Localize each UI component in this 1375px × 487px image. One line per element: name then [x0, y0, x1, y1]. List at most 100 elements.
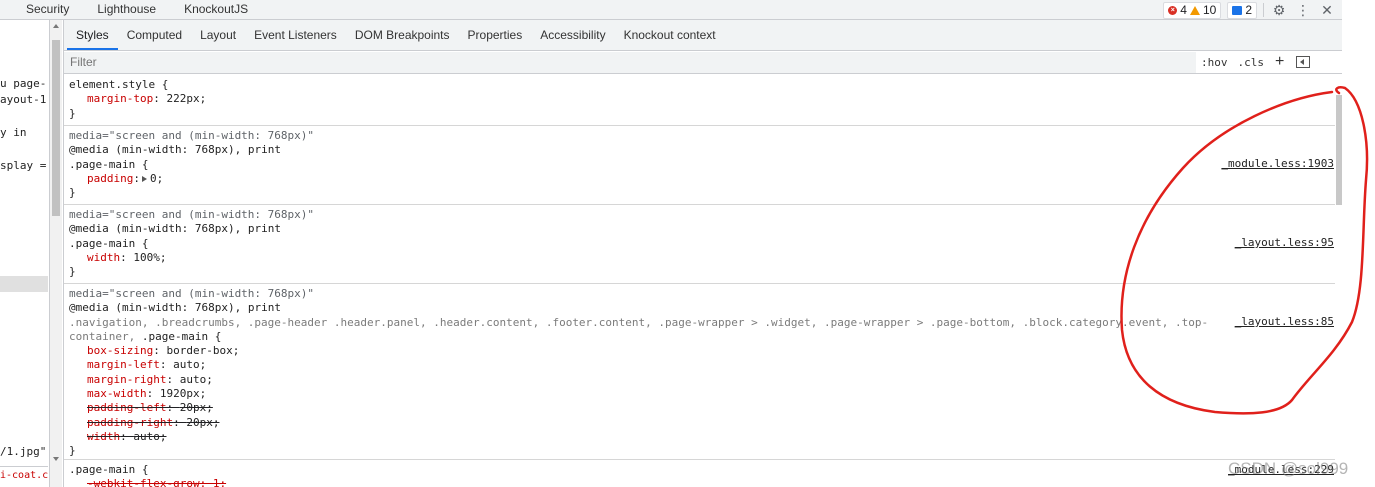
rule-close-brace: }	[69, 265, 76, 279]
page-margin	[1342, 0, 1375, 487]
declaration[interactable]: margin-top: 222px;	[69, 92, 1336, 106]
rule-selector[interactable]: .page-main {	[69, 158, 1336, 172]
source-file-link[interactable]: i-coat.c	[0, 466, 48, 487]
tab-dom-breakpoints[interactable]: DOM Breakpoints	[346, 20, 459, 50]
error-icon: ×	[1168, 5, 1178, 15]
elements-line[interactable]: y in	[0, 126, 27, 139]
media-comment: media="screen and (min-width: 768px)"	[69, 208, 315, 221]
rule-selector[interactable]: .page-main {	[142, 330, 221, 343]
property-name[interactable]: margin-left	[87, 358, 160, 371]
property-value[interactable]: auto;	[133, 430, 166, 443]
cls-toggle[interactable]: .cls	[1233, 56, 1270, 69]
toolbar-right: × 4 10 2 ⚙ ⋮ ✕	[1163, 0, 1342, 20]
style-rule: media="screen and (min-width: 768px)" @m…	[64, 126, 1336, 205]
settings-icon[interactable]: ⚙	[1270, 2, 1288, 19]
tab-styles[interactable]: Styles	[67, 20, 118, 50]
style-rule: element.style { margin-top: 222px; }	[64, 75, 1336, 126]
tab-event-listeners[interactable]: Event Listeners	[245, 20, 346, 50]
source-link[interactable]: _layout.less:85	[1235, 315, 1334, 329]
rule-close-brace: }	[69, 186, 76, 200]
elements-line[interactable]: ayout-1	[0, 93, 46, 106]
tab-computed[interactable]: Computed	[118, 20, 191, 50]
media-comment: media="screen and (min-width: 768px)"	[69, 129, 315, 142]
tab-layout[interactable]: Layout	[191, 20, 245, 50]
property-name[interactable]: padding	[87, 172, 133, 185]
at-keyword: @media	[69, 222, 109, 236]
source-link[interactable]: _layout.less:95	[1235, 236, 1334, 250]
scrollbar-thumb[interactable]	[52, 40, 60, 216]
elements-scrollbar[interactable]	[49, 20, 62, 487]
declaration[interactable]: padding: 0;	[69, 172, 1336, 186]
tab-accessibility[interactable]: Accessibility	[531, 20, 614, 50]
messages-counter[interactable]: 2	[1227, 1, 1257, 19]
tab-knockout-context[interactable]: Knockout context	[615, 20, 725, 50]
at-keyword: @media	[69, 301, 109, 315]
property-name[interactable]: width	[87, 251, 120, 264]
elements-line[interactable]: splay =	[0, 159, 46, 172]
toolbar-divider	[1263, 3, 1264, 17]
filter-input[interactable]	[64, 51, 1196, 73]
property-name[interactable]: box-sizing	[87, 344, 153, 357]
property-name[interactable]: padding-right	[87, 416, 173, 429]
property-name[interactable]: margin-right	[87, 373, 166, 386]
tab-lighthouse[interactable]: Lighthouse	[83, 0, 170, 20]
message-icon	[1232, 5, 1243, 15]
property-name[interactable]: width	[87, 430, 120, 443]
inactive-selectors: .navigation, .breadcrumbs, .page-header …	[69, 315, 1209, 343]
declaration[interactable]: max-width: 1920px;	[69, 387, 1336, 401]
property-value[interactable]: auto;	[180, 373, 213, 386]
tab-knockoutjs[interactable]: KnockoutJS	[170, 0, 262, 20]
toggle-sidebar-icon[interactable]	[1296, 56, 1311, 68]
close-icon[interactable]: ✕	[1318, 2, 1336, 19]
overridden-declaration[interactable]: -webkit-flex-grow: 1;	[69, 477, 1336, 487]
styles-scrollbar[interactable]	[1335, 75, 1342, 487]
property-value[interactable]: border-box;	[166, 344, 239, 357]
warning-icon	[1189, 5, 1200, 15]
style-rule: .page-main { _module.less:229 -webkit-fl…	[64, 460, 1336, 487]
style-rule: media="screen and (min-width: 768px)" @m…	[64, 205, 1336, 284]
expand-triangle-icon[interactable]	[141, 175, 147, 182]
warning-count: 10	[1202, 3, 1217, 17]
error-count: 4	[1180, 3, 1187, 17]
issues-counter[interactable]: × 4 10	[1163, 1, 1222, 19]
at-keyword: @media	[69, 143, 109, 157]
elements-panel-fragment: u page- ayout-1 y in splay = /1.jpg" i-c…	[0, 20, 48, 487]
scroll-up-arrow-icon[interactable]	[53, 24, 59, 28]
styles-sidebar: Styles Computed Layout Event Listeners D…	[63, 20, 1342, 487]
elements-line[interactable]: /1.jpg"	[0, 445, 46, 458]
property-value[interactable]: 0;	[150, 172, 163, 185]
elements-line[interactable]: u page-	[0, 77, 46, 90]
hov-toggle[interactable]: :hov	[1196, 56, 1233, 69]
media-query: (min-width: 768px), print	[108, 222, 281, 236]
declaration[interactable]: margin-left: auto;	[69, 358, 1336, 372]
declaration[interactable]: box-sizing: border-box;	[69, 344, 1336, 358]
rule-selector[interactable]: element.style {	[69, 78, 1336, 92]
property-name[interactable]: padding-left	[87, 401, 166, 414]
overridden-declaration[interactable]: width: auto;	[69, 430, 1336, 444]
property-name[interactable]: max-width	[87, 387, 147, 400]
overridden-declaration[interactable]: padding-right: 20px;	[69, 416, 1336, 430]
source-link[interactable]: _module.less:1903	[1221, 157, 1334, 171]
property-value[interactable]: 20px;	[186, 416, 219, 429]
scroll-down-arrow-icon[interactable]	[53, 457, 59, 461]
more-vertical-icon[interactable]: ⋮	[1294, 2, 1312, 19]
style-rules-list: element.style { margin-top: 222px; } med…	[64, 75, 1336, 487]
rule-selector[interactable]: .page-main {	[69, 463, 1336, 477]
tab-security[interactable]: Security	[0, 0, 83, 20]
tab-properties[interactable]: Properties	[459, 20, 532, 50]
new-style-rule-button[interactable]: +	[1269, 53, 1290, 71]
property-value[interactable]: 100%;	[133, 251, 166, 264]
rule-selector[interactable]: .page-main {	[69, 237, 1336, 251]
declaration[interactable]: margin-right: auto;	[69, 373, 1336, 387]
property-name[interactable]: margin-top	[87, 92, 153, 105]
style-rule: media="screen and (min-width: 768px)" @m…	[64, 284, 1336, 460]
declaration[interactable]: width: 100%;	[69, 251, 1336, 265]
overridden-declaration[interactable]: padding-left: 20px;	[69, 401, 1336, 415]
property-value[interactable]: 222px;	[166, 92, 206, 105]
watermark: CSDN @sol999	[1228, 459, 1349, 478]
message-count: 2	[1245, 3, 1252, 17]
property-value[interactable]: 1920px;	[160, 387, 206, 400]
rule-selector-list[interactable]: .navigation, .breadcrumbs, .page-header …	[69, 316, 1209, 345]
property-value[interactable]: auto;	[173, 358, 206, 371]
property-value[interactable]: 20px;	[180, 401, 213, 414]
